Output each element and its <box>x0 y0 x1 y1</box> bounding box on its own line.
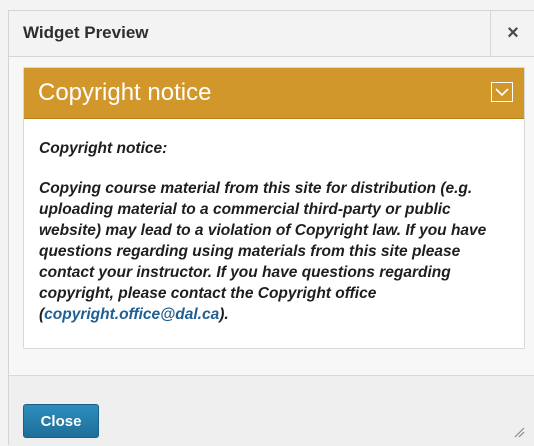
body-paragraph: Copying course material from this site f… <box>39 178 515 325</box>
dialog-titlebar: Widget Preview × <box>9 11 534 57</box>
dialog-footer: Close <box>9 375 534 446</box>
copyright-widget: Copyright notice Copyright notice: Copyi… <box>23 67 525 349</box>
resize-grip-icon[interactable] <box>513 426 525 438</box>
widget-preview-dialog: Widget Preview × Copyright notice Copyri… <box>8 10 534 446</box>
close-button[interactable]: Close <box>23 404 99 438</box>
chevron-down-icon[interactable] <box>491 82 513 102</box>
close-icon[interactable]: × <box>490 11 534 56</box>
widget-title: Copyright notice <box>38 79 212 106</box>
body-text: Copying course material from this site f… <box>39 180 487 323</box>
body-heading: Copyright notice: <box>39 140 168 157</box>
dialog-content: Copyright notice Copyright notice: Copyi… <box>9 57 534 375</box>
email-link[interactable]: copyright.office@dal.ca <box>44 306 219 323</box>
widget-header: Copyright notice <box>24 68 524 119</box>
dialog-title: Widget Preview <box>23 23 149 42</box>
body-end: ). <box>219 306 229 323</box>
widget-body: Copyright notice: Copying course materia… <box>39 138 515 325</box>
